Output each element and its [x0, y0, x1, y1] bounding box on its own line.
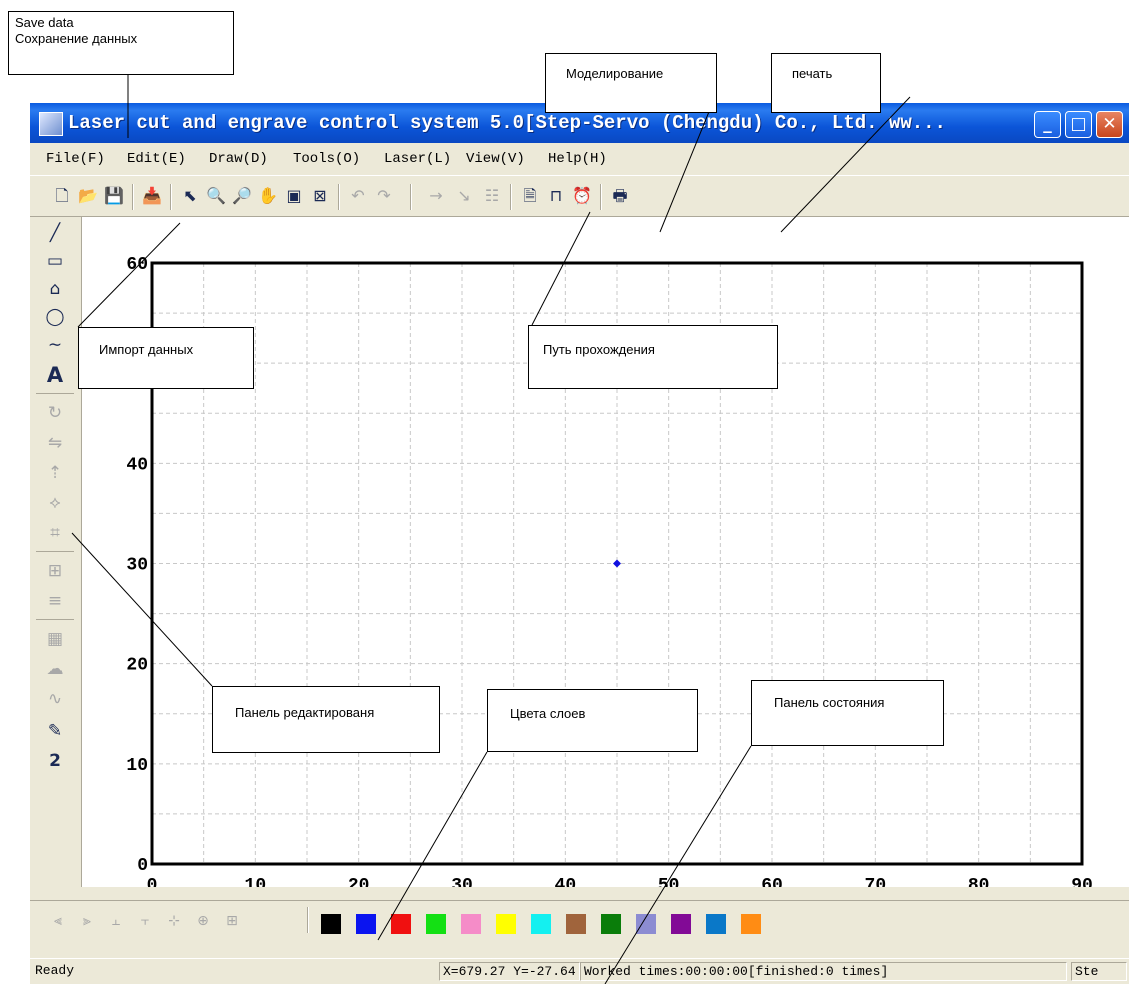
callout-text: печать — [792, 66, 833, 81]
leader-line — [71, 532, 213, 687]
callout-text: Сохранение данных — [15, 31, 138, 46]
callout-modeling: Моделирование — [545, 53, 717, 113]
leader-line — [531, 211, 591, 326]
callout-text: Импорт данных — [99, 342, 194, 357]
callout-print: печать — [771, 53, 881, 113]
callout-leader-lines — [71, 75, 911, 984]
callout-text: Путь прохождения — [543, 342, 655, 357]
callout-text: Цвета слоев — [510, 706, 586, 721]
leader-line — [780, 96, 911, 233]
callout-save-data: Save data Сохранение данных — [8, 11, 234, 75]
callout-text: Панель редактированя — [235, 705, 375, 720]
callout-edit-panel: Панель редактированя — [212, 686, 440, 753]
callout-text: Панель состояния — [774, 695, 885, 710]
callout-path: Путь прохождения — [528, 325, 778, 389]
callout-status-panel: Панель состояния — [751, 680, 944, 746]
leader-line — [659, 96, 716, 233]
callout-import: Импорт данных — [78, 327, 254, 389]
callout-text: Save data — [15, 15, 74, 30]
callout-text: Моделирование — [566, 66, 664, 81]
callout-layer-colors: Цвета слоев — [487, 689, 698, 752]
leader-line — [377, 751, 488, 941]
leader-line — [77, 222, 181, 328]
leader-line — [604, 745, 752, 984]
